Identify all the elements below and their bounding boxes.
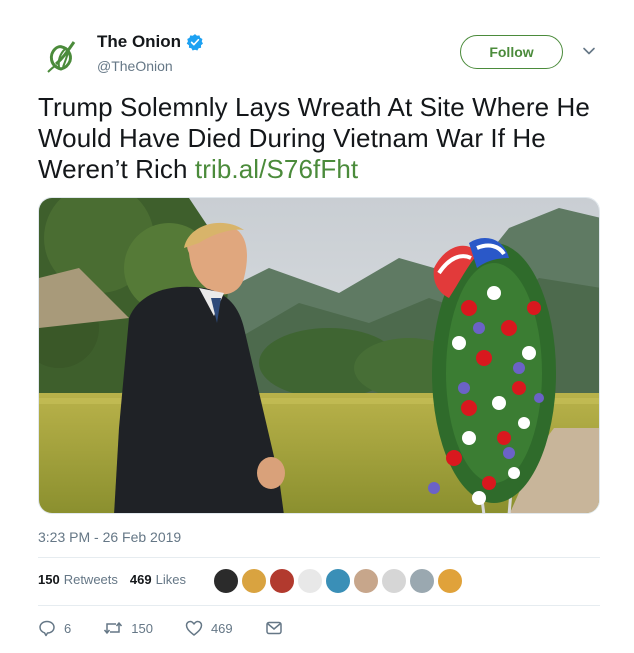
retweet-icon [104,621,123,635]
like-action[interactable]: 469 [185,619,233,637]
reply-icon [39,620,55,637]
liker-avatar[interactable] [353,568,379,594]
tweet-card: The Onion @TheOnion Follow Trump Solemnl… [0,0,634,653]
liker-avatar[interactable] [381,568,407,594]
direct-message-action[interactable] [265,619,291,637]
photo-image [39,198,599,513]
divider [38,605,600,606]
chevron-down-icon[interactable] [582,44,596,58]
envelope-icon [265,621,282,635]
onion-logo-icon [42,37,80,75]
tweet-timestamp[interactable]: 3:23 PM - 26 Feb 2019 [38,529,181,545]
retweet-count: 150 [131,620,153,636]
display-name[interactable]: The Onion [97,32,181,52]
tweet-link[interactable]: trib.al/S76fFht [195,154,358,184]
likes-count: 469 [129,572,152,587]
retweets-label: Retweets [63,572,118,587]
retweets-count: 150 [38,572,60,587]
likes-stat[interactable]: 469 Likes [130,572,186,587]
tweet-photo[interactable] [38,197,600,514]
liker-avatar[interactable] [241,568,267,594]
liker-avatars [213,568,465,594]
like-count: 469 [210,620,233,636]
tweet-stats: 150 Retweets 469 Likes [38,572,198,587]
tweet-actions: 6 150 469 [38,619,323,637]
tweet-text: Trump Solemnly Lays Wreath At Site Where… [38,92,598,185]
liker-avatar[interactable] [325,568,351,594]
likes-label: Likes [155,572,186,587]
liker-avatar[interactable] [269,568,295,594]
liker-avatar[interactable] [297,568,323,594]
avatar[interactable] [38,33,84,79]
reply-action[interactable]: 6 [38,619,71,637]
account-name-row[interactable]: The Onion [97,32,204,52]
liker-avatar[interactable] [437,568,463,594]
retweet-action[interactable]: 150 [103,619,153,637]
follow-button[interactable]: Follow [460,35,563,69]
liker-avatar[interactable] [213,568,239,594]
retweets-stat[interactable]: 150 Retweets [38,572,118,587]
liker-avatar[interactable] [409,568,435,594]
verified-badge-icon [186,34,203,51]
heart-icon [185,620,203,636]
reply-count: 6 [64,620,72,636]
divider [38,557,600,558]
account-handle[interactable]: @TheOnion [97,58,173,74]
